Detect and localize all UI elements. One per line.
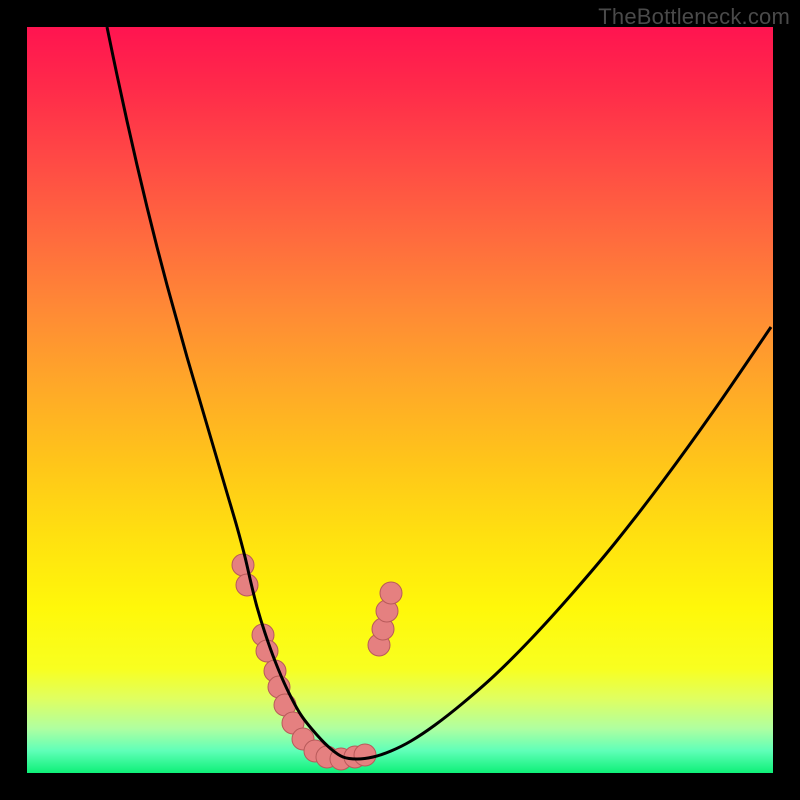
chart-frame: TheBottleneck.com (0, 0, 800, 800)
chart-svg (27, 27, 773, 773)
marker-dot (232, 554, 254, 576)
marker-dot (354, 744, 376, 766)
watermark-text: TheBottleneck.com (598, 4, 790, 30)
bottleneck-curve (107, 27, 771, 759)
marker-dot (380, 582, 402, 604)
markers-group (232, 554, 402, 770)
plot-area (27, 27, 773, 773)
